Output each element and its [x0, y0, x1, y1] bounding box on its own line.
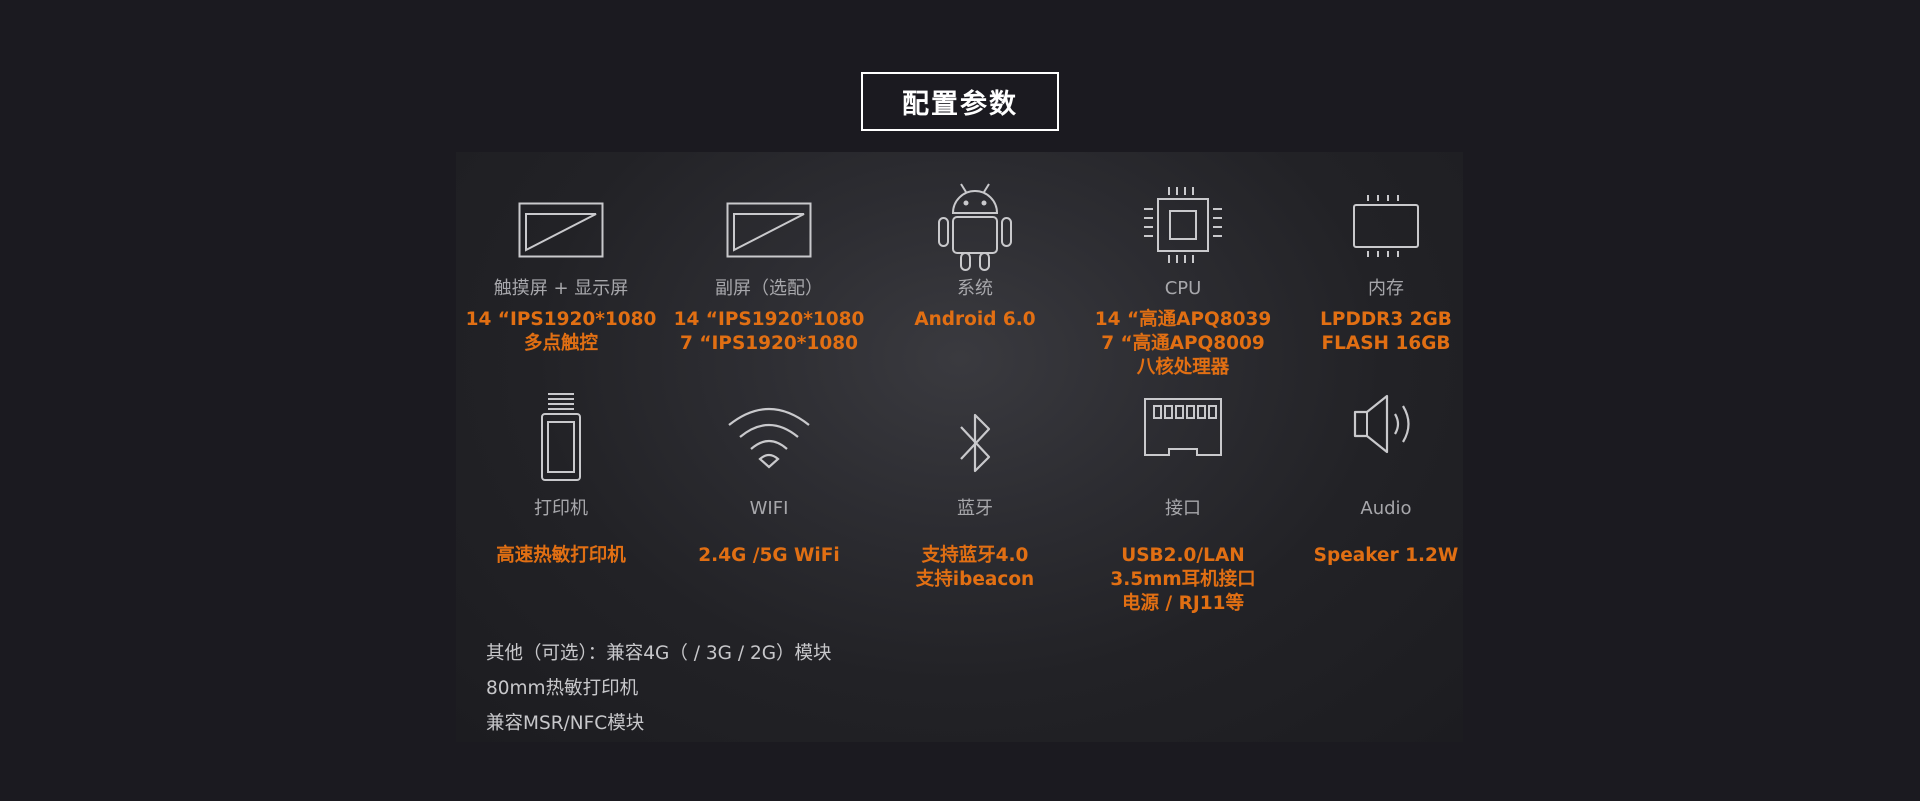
spec-values: USB2.0/LAN 3.5mm耳机接口 电源 / RJ11等	[1078, 544, 1288, 616]
spec-values: 支持蓝牙4.0 支持ibeacon	[870, 544, 1080, 592]
spec-label: 触摸屏 + 显示屏	[493, 278, 629, 299]
cpu-icon	[1078, 174, 1288, 278]
spec-value: 14 “IPS1920*1080	[465, 309, 657, 330]
spec-label: 系统	[957, 278, 993, 299]
spec-label: Audio	[1360, 498, 1412, 519]
spec-value: USB2.0/LAN	[1121, 545, 1245, 566]
spec-value: 14 “IPS1920*1080	[673, 309, 865, 330]
android-icon	[870, 174, 1080, 278]
spec-label: CPU	[1164, 278, 1202, 299]
spec-label: WIFI	[749, 498, 789, 519]
spec-values: 高速热敏打印机	[456, 544, 666, 568]
memory-icon	[1281, 174, 1491, 278]
extras-line: 其他（可选）：兼容4G（ / 3G / 2G）模块	[486, 643, 832, 664]
page-title: 配置参数	[861, 72, 1059, 131]
spec-value: 多点触控	[523, 333, 598, 354]
touchscreen-icon	[456, 182, 666, 278]
bluetooth-icon	[870, 392, 1080, 496]
page: 配置参数 触摸屏 + 显示屏 14 “IPS1920*1080 多点触控 副屏（…	[0, 0, 1920, 801]
spec-value: 高速热敏打印机	[496, 545, 626, 566]
spec-label: 蓝牙	[957, 498, 993, 519]
spec-values: Android 6.0	[870, 308, 1080, 332]
spec-value: 电源 / RJ11等	[1121, 593, 1244, 614]
optional-extras: 其他（可选）：兼容4G（ / 3G / 2G）模块 80mm热敏打印机 兼容MS…	[486, 636, 832, 741]
printer-icon	[456, 384, 666, 488]
spec-value: Speaker 1.2W	[1313, 545, 1459, 566]
spec-label: 打印机	[534, 498, 588, 519]
spec-values: Speaker 1.2W	[1281, 544, 1491, 568]
spec-values: 2.4G /5G WiFi	[664, 544, 874, 568]
spec-value: 3.5mm耳机接口	[1110, 569, 1256, 590]
spec-value: 支持蓝牙4.0	[921, 545, 1029, 566]
spec-panel: 触摸屏 + 显示屏 14 “IPS1920*1080 多点触控 副屏（选配） 1…	[456, 152, 1463, 742]
extras-line: 兼容MSR/NFC模块	[486, 713, 645, 734]
spec-label: 副屏（选配）	[715, 278, 823, 299]
spec-value: 7 “IPS1920*1080	[680, 333, 858, 354]
speaker-icon	[1281, 372, 1491, 476]
spec-values: 14 “IPS1920*1080 多点触控	[456, 308, 666, 356]
spec-values: 14 “IPS1920*1080 7 “IPS1920*1080	[664, 308, 874, 356]
wifi-icon	[664, 384, 874, 488]
spec-value: 支持ibeacon	[915, 569, 1035, 590]
spec-values: LPDDR3 2GB FLASH 16GB	[1281, 308, 1491, 356]
spec-value: 7 “高通APQ8009	[1101, 333, 1265, 354]
spec-value: 2.4G /5G WiFi	[698, 545, 840, 566]
spec-label: 内存	[1368, 278, 1404, 299]
spec-label: 接口	[1165, 498, 1201, 519]
interface-port-icon	[1078, 376, 1288, 480]
spec-values: 14 “高通APQ8039 7 “高通APQ8009 八核处理器	[1078, 308, 1288, 380]
spec-value: FLASH 16GB	[1321, 333, 1451, 354]
sub-screen-icon	[664, 182, 874, 278]
extras-line: 80mm热敏打印机	[486, 678, 639, 699]
spec-value: 14 “高通APQ8039	[1094, 309, 1272, 330]
spec-value: LPDDR3 2GB	[1320, 309, 1452, 330]
spec-value: Android 6.0	[914, 309, 1036, 330]
